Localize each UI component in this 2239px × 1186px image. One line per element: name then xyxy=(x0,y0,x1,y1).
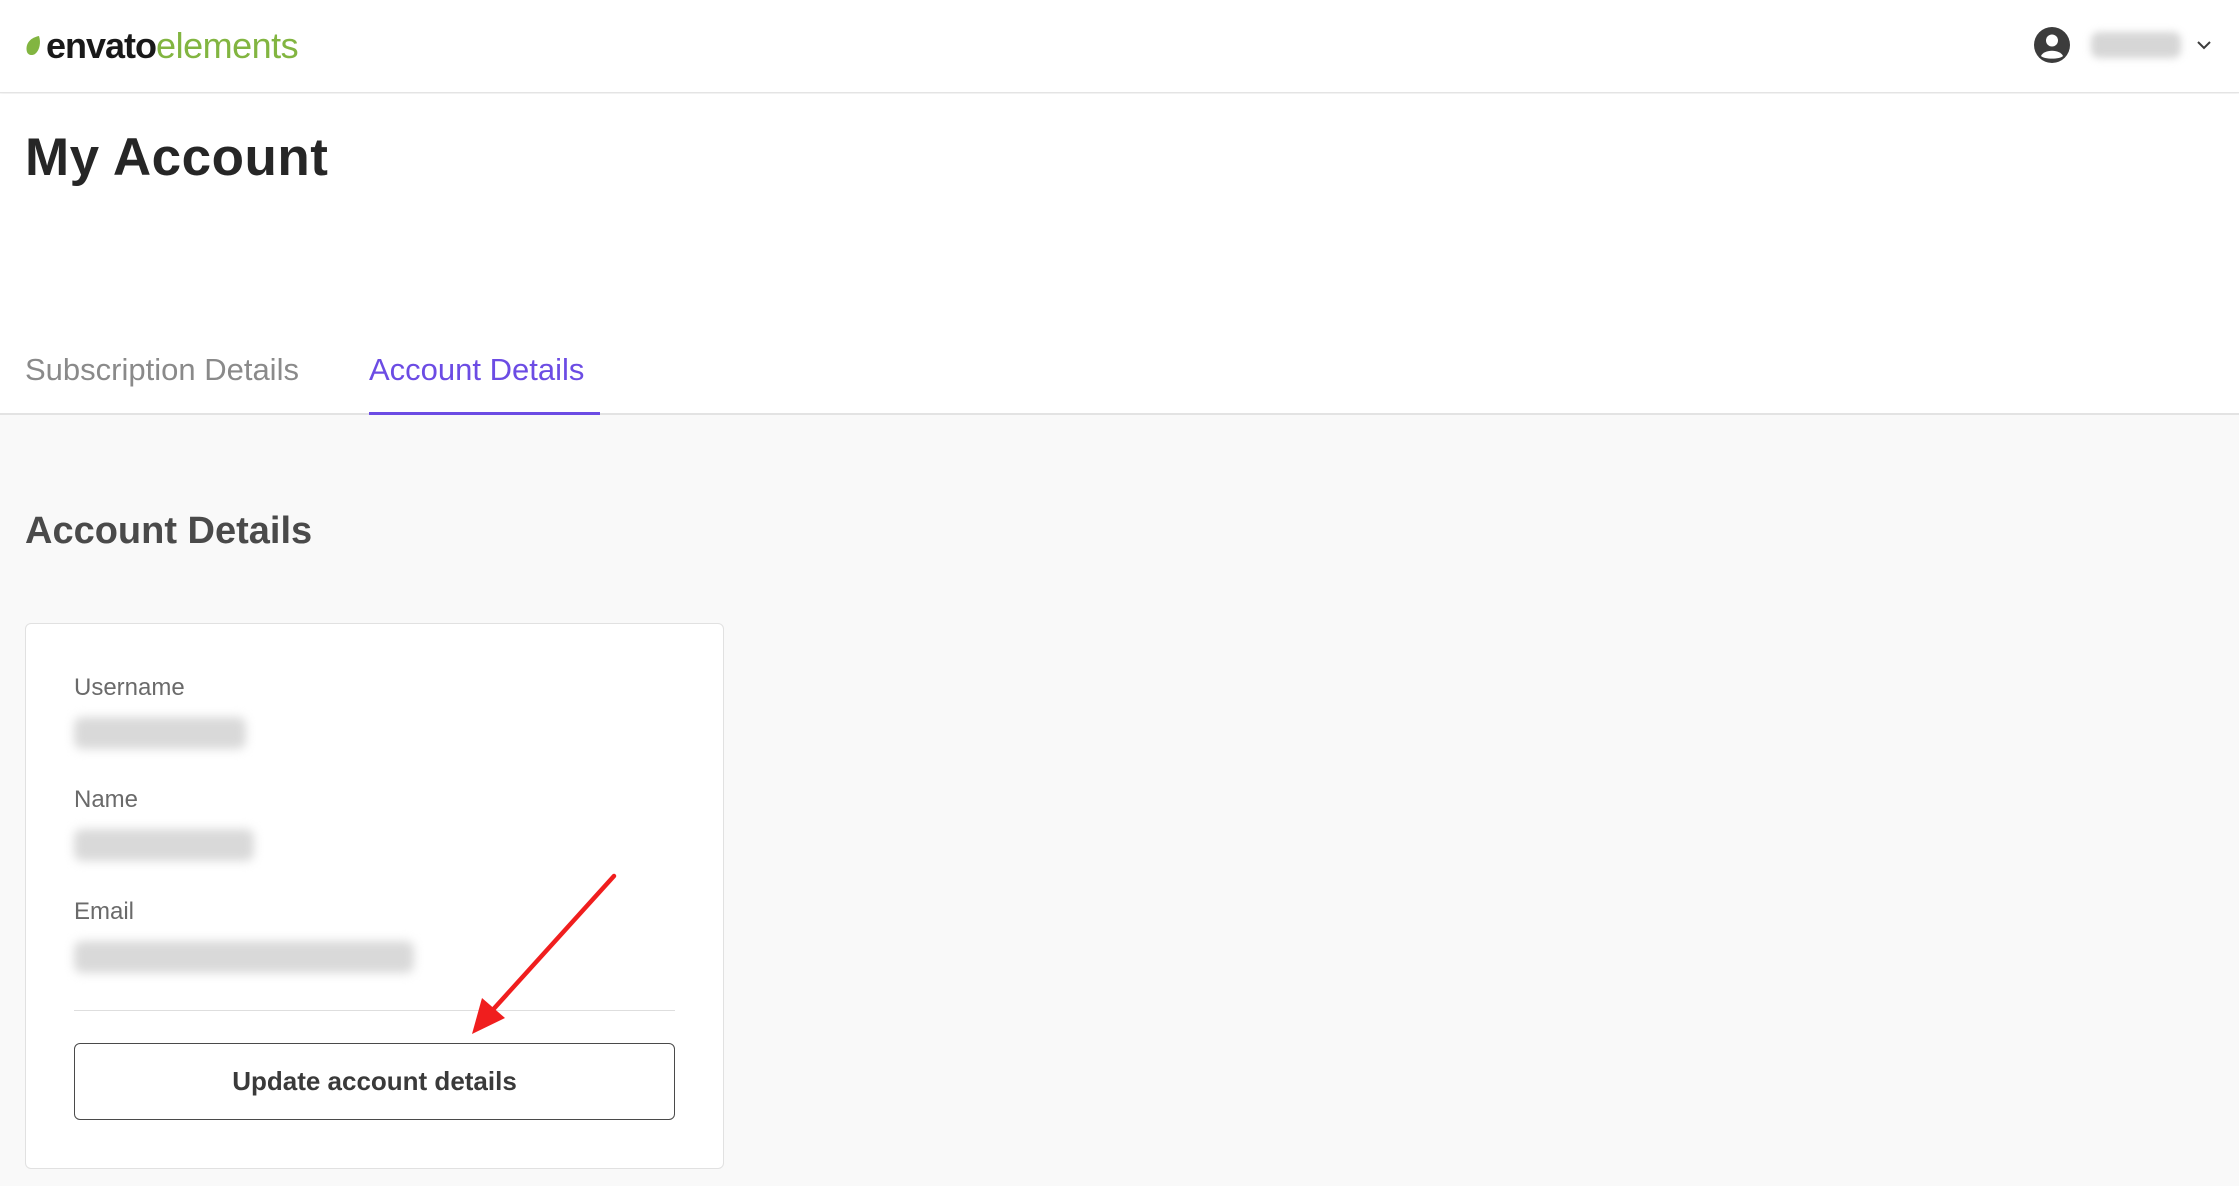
logo-text-elements: elements xyxy=(156,25,299,66)
name-label: Name xyxy=(74,786,139,813)
username-redacted[interactable] xyxy=(2091,32,2181,58)
account-header xyxy=(0,94,2239,415)
tab-subscription-details[interactable]: Subscription Details xyxy=(25,352,299,388)
email-value-redacted xyxy=(74,941,414,973)
username-label: Username xyxy=(74,674,185,701)
envato-elements-logo[interactable]: envato elements xyxy=(24,24,299,68)
page-title: My Account xyxy=(25,128,329,187)
logo-text-envato: envato xyxy=(46,25,157,66)
name-value-redacted xyxy=(74,829,254,861)
account-circle-icon[interactable] xyxy=(2033,26,2071,64)
user-menu[interactable] xyxy=(2033,24,2213,66)
top-navigation-bar: envato elements xyxy=(0,0,2239,93)
email-label: Email xyxy=(74,898,135,925)
tab-account-details[interactable]: Account Details xyxy=(369,352,584,388)
username-value-redacted xyxy=(74,717,246,749)
section-title: Account Details xyxy=(25,510,313,552)
update-account-details-button[interactable]: Update account details xyxy=(74,1043,675,1120)
active-tab-underline xyxy=(369,412,600,415)
leaf-icon xyxy=(26,36,40,56)
chevron-down-icon[interactable] xyxy=(2195,36,2213,54)
annotation-arrow-icon xyxy=(472,873,617,1034)
